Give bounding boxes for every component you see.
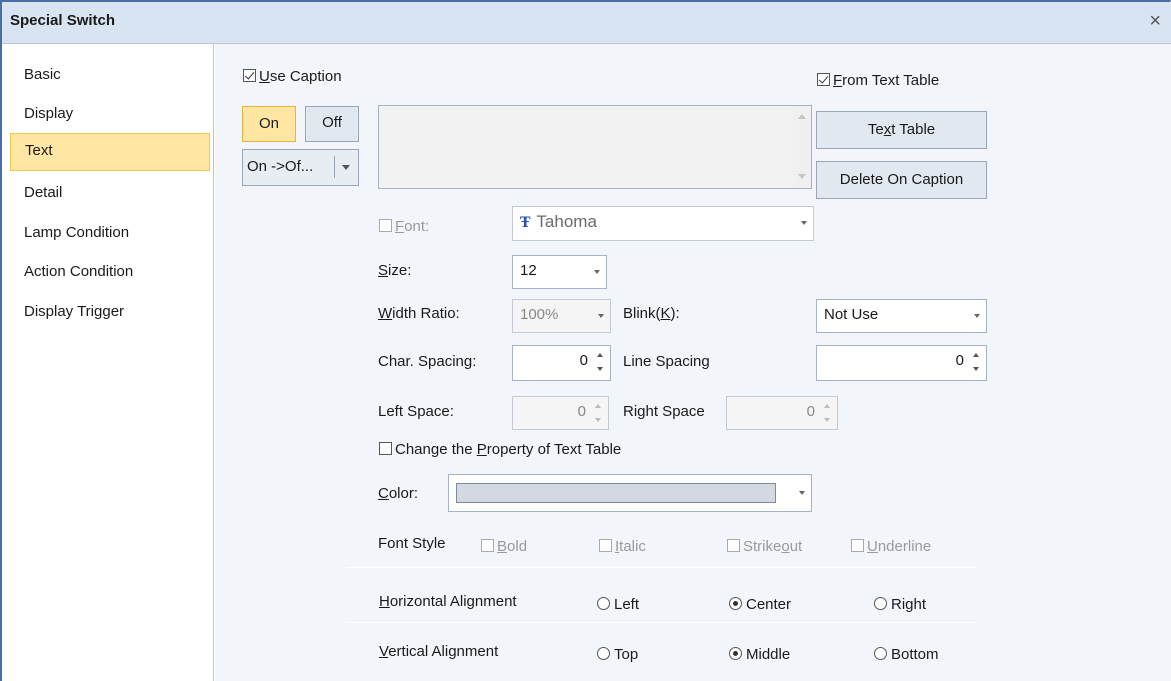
checkbox-checked-icon bbox=[243, 69, 256, 82]
size-select[interactable]: 12 bbox=[512, 255, 607, 289]
left-space-spinner[interactable]: 0 bbox=[512, 396, 609, 430]
radio-selected-icon bbox=[729, 647, 742, 660]
char-spacing-label: Char. Spacing: bbox=[378, 353, 477, 370]
sidebar-item-action-condition[interactable]: Action Condition bbox=[10, 255, 210, 293]
sidebar-item-label: Basic bbox=[24, 66, 61, 83]
off-state-button[interactable]: Off bbox=[305, 106, 359, 142]
font-style-label: Font Style bbox=[378, 535, 446, 552]
chevron-down-icon bbox=[594, 270, 600, 274]
width-ratio-select[interactable]: 100% bbox=[512, 299, 611, 333]
sidebar-item-lamp-condition[interactable]: Lamp Condition bbox=[10, 216, 210, 254]
change-property-checkbox[interactable]: Change the Property of Text Table bbox=[379, 441, 621, 458]
v-align-bottom-radio[interactable]: Bottom bbox=[874, 646, 939, 663]
italic-checkbox[interactable]: Italic bbox=[599, 538, 646, 555]
divider bbox=[346, 622, 976, 623]
checkbox-unchecked-icon bbox=[727, 539, 740, 552]
strikeout-checkbox[interactable]: Strikeout bbox=[727, 538, 802, 555]
blink-label: Blink(K): bbox=[623, 305, 680, 322]
width-ratio-label: Width Ratio: bbox=[378, 305, 460, 322]
title-bar: Special Switch × bbox=[2, 2, 1171, 44]
delete-on-caption-button[interactable]: Delete On Caption bbox=[816, 161, 987, 199]
sidebar-item-label: Display bbox=[24, 105, 74, 122]
vertical-alignment-label: Vertical Alignment bbox=[379, 643, 499, 660]
left-space-label: Left Space: bbox=[378, 403, 454, 420]
sidebar-item-label: Detail bbox=[24, 184, 63, 201]
checkbox-unchecked-icon bbox=[379, 442, 392, 455]
checkbox-unchecked-icon bbox=[379, 219, 392, 232]
right-space-spinner[interactable]: 0 bbox=[726, 396, 838, 430]
sidebar-item-label: Text bbox=[25, 142, 53, 159]
scroll-up-icon[interactable] bbox=[798, 114, 806, 119]
h-align-right-radio[interactable]: Right bbox=[874, 596, 926, 613]
underline-checkbox[interactable]: Underline bbox=[851, 538, 931, 555]
color-select[interactable] bbox=[448, 474, 812, 512]
use-caption-checkbox[interactable]: Use Caption bbox=[243, 68, 342, 85]
checkbox-unchecked-icon bbox=[851, 539, 864, 552]
font-checkbox[interactable]: Font: bbox=[379, 218, 429, 235]
chevron-down-icon bbox=[799, 491, 805, 495]
sidebar-item-label: Display Trigger bbox=[24, 303, 125, 320]
spinner-arrows-icon[interactable] bbox=[592, 399, 606, 429]
close-icon[interactable]: × bbox=[1149, 11, 1161, 31]
chevron-down-icon bbox=[598, 314, 604, 318]
checkbox-checked-icon bbox=[817, 73, 830, 86]
select-divider bbox=[334, 156, 335, 178]
sidebar-item-display[interactable]: Display bbox=[10, 97, 210, 135]
sidebar-item-basic[interactable]: Basic bbox=[10, 58, 210, 96]
text-settings-panel: Use Caption From Text Table On Off On ->… bbox=[215, 44, 1171, 681]
scroll-down-icon[interactable] bbox=[798, 174, 806, 179]
blink-select[interactable]: Not Use bbox=[816, 299, 987, 333]
sidebar-item-label: Action Condition bbox=[24, 263, 134, 280]
sidebar-item-label: Lamp Condition bbox=[24, 224, 130, 241]
dialog-title: Special Switch bbox=[10, 12, 116, 29]
h-align-left-radio[interactable]: Left bbox=[597, 596, 639, 613]
truetype-font-icon: Ŧ bbox=[520, 215, 531, 231]
radio-unselected-icon bbox=[597, 647, 610, 660]
v-align-middle-radio[interactable]: Middle bbox=[729, 646, 790, 663]
chevron-down-icon bbox=[801, 221, 807, 225]
v-align-top-radio[interactable]: Top bbox=[597, 646, 638, 663]
color-label: Color: bbox=[378, 485, 419, 502]
color-swatch bbox=[456, 483, 776, 503]
text-table-button[interactable]: Text Table bbox=[816, 111, 987, 149]
spinner-arrows-icon[interactable] bbox=[821, 399, 835, 429]
textarea-scrollbar[interactable] bbox=[793, 106, 811, 188]
caption-textarea[interactable] bbox=[378, 105, 812, 189]
line-spacing-label: Line Spacing bbox=[623, 353, 710, 370]
bold-checkbox[interactable]: Bold bbox=[481, 538, 527, 555]
divider bbox=[346, 567, 976, 568]
radio-selected-icon bbox=[729, 597, 742, 610]
sidebar-item-text[interactable]: Text bbox=[10, 133, 210, 171]
chevron-down-icon bbox=[342, 165, 350, 170]
radio-unselected-icon bbox=[874, 647, 887, 660]
sidebar: Basic Display Text Detail Lamp Condition… bbox=[2, 44, 214, 681]
spinner-arrows-icon[interactable] bbox=[594, 348, 608, 378]
radio-unselected-icon bbox=[874, 597, 887, 610]
char-spacing-spinner[interactable]: 0 bbox=[512, 345, 611, 381]
size-label: Size: bbox=[378, 262, 412, 279]
caption-state-select[interactable]: On ->Of... bbox=[242, 149, 359, 186]
horizontal-alignment-label: Horizontal Alignment bbox=[379, 593, 517, 610]
radio-unselected-icon bbox=[597, 597, 610, 610]
right-space-label: Right Space bbox=[623, 403, 705, 420]
sidebar-item-display-trigger[interactable]: Display Trigger bbox=[10, 295, 210, 333]
spinner-arrows-icon[interactable] bbox=[970, 348, 984, 378]
checkbox-unchecked-icon bbox=[599, 539, 612, 552]
dialog-window: Special Switch × Basic Display Text Deta… bbox=[0, 0, 1171, 681]
line-spacing-spinner[interactable]: 0 bbox=[816, 345, 987, 381]
checkbox-unchecked-icon bbox=[481, 539, 494, 552]
from-text-table-checkbox[interactable]: From Text Table bbox=[817, 72, 939, 89]
sidebar-item-detail[interactable]: Detail bbox=[10, 176, 210, 214]
on-state-button[interactable]: On bbox=[242, 106, 296, 142]
chevron-down-icon bbox=[974, 314, 980, 318]
font-select[interactable]: Ŧ Tahoma bbox=[512, 206, 814, 241]
h-align-center-radio[interactable]: Center bbox=[729, 596, 791, 613]
